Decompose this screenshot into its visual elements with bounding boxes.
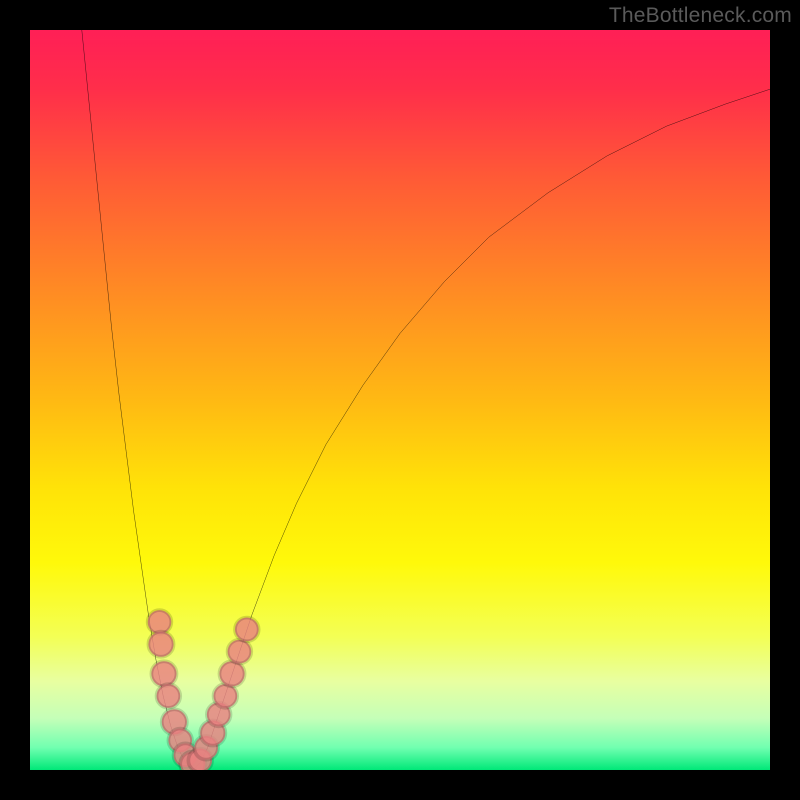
data-marker <box>151 661 176 686</box>
chart-frame: TheBottleneck.com <box>0 0 800 800</box>
data-marker <box>235 618 259 642</box>
data-marker <box>157 684 181 708</box>
plot-svg <box>30 30 770 770</box>
data-marker <box>228 640 252 664</box>
bottleneck-curve <box>82 30 770 770</box>
data-marker <box>148 632 173 657</box>
plot-area <box>30 30 770 770</box>
watermark-text: TheBottleneck.com <box>609 4 792 28</box>
data-markers <box>148 610 259 770</box>
